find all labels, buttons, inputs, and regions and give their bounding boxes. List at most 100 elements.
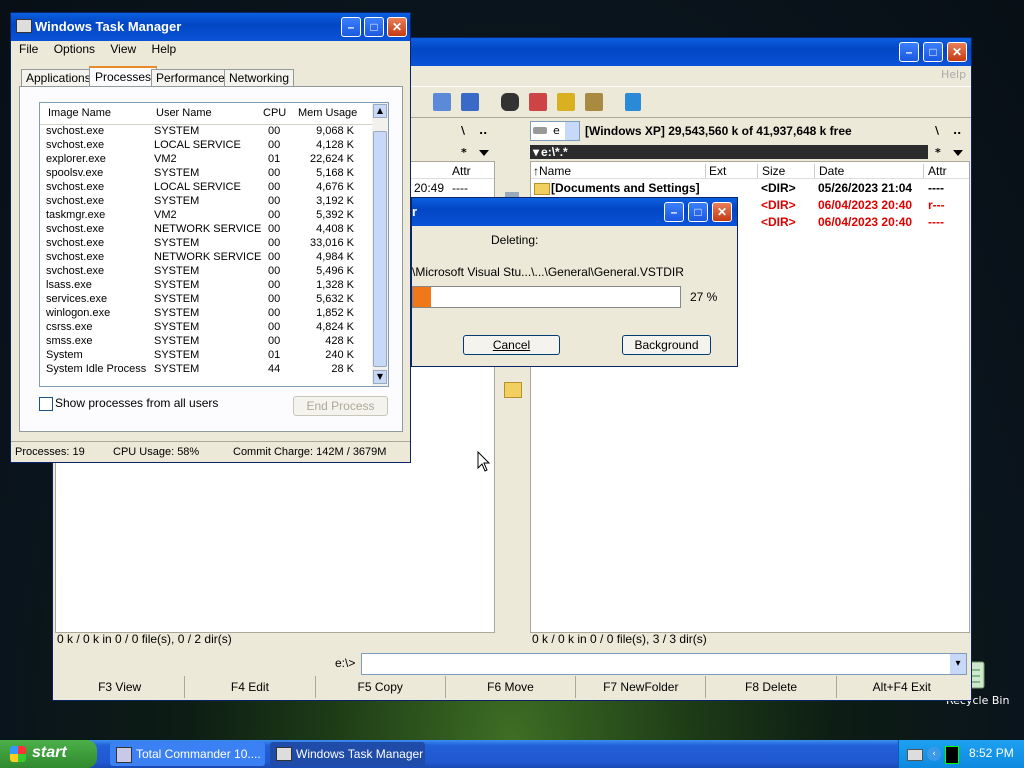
left-row-time: 20:49 xyxy=(414,181,445,195)
process-list-scrollbar[interactable]: ▲ ▼ xyxy=(372,103,388,386)
process-name: svchost.exe xyxy=(46,223,105,235)
tm-maximize-button[interactable]: □ xyxy=(364,17,384,37)
rename-icon[interactable] xyxy=(529,93,547,111)
tab-applications[interactable]: Applications xyxy=(21,69,96,87)
table-row[interactable]: explorer.exe VM2 01 22,624 K xyxy=(40,153,372,167)
table-row[interactable]: svchost.exe SYSTEM 00 3,192 K xyxy=(40,195,372,209)
process-list[interactable]: Image Name User Name CPU Mem Usage svcho… xyxy=(39,102,389,387)
fkey-button[interactable]: F3 View xyxy=(55,676,186,698)
table-row[interactable]: taskmgr.exe VM2 00 5,392 K xyxy=(40,209,372,223)
right-path-bar[interactable]: ▾ e:\*.* xyxy=(530,145,928,159)
left-up-button[interactable]: .. xyxy=(479,124,487,137)
notepad-icon[interactable] xyxy=(625,93,641,111)
process-cpu: 00 xyxy=(268,125,281,137)
tc-minimize-button[interactable]: – xyxy=(899,42,919,62)
process-user: SYSTEM xyxy=(154,321,200,333)
right-col-date[interactable]: Date xyxy=(819,164,924,178)
fkey-bar: F3 View F4 Edit F5 Copy F6 Move F7 NewFolder… xyxy=(55,676,967,698)
right-star[interactable]: * xyxy=(935,146,941,159)
table-row[interactable]: services.exe SYSTEM 00 5,632 K xyxy=(40,293,372,307)
dialog-minimize-button[interactable]: – xyxy=(664,202,684,222)
file-size: <DIR> xyxy=(761,215,796,229)
tm-menu-options[interactable]: Options xyxy=(54,42,95,56)
scroll-up-button[interactable]: ▲ xyxy=(373,104,387,118)
tm-menu-help[interactable]: Help xyxy=(152,42,177,56)
table-row[interactable]: System Idle Process SYSTEM 44 28 K xyxy=(40,363,372,377)
right-drive-combo[interactable]: e xyxy=(530,121,580,141)
process-cpu: 00 xyxy=(268,195,281,207)
table-row[interactable]: spoolsv.exe SYSTEM 00 5,168 K xyxy=(40,167,372,181)
tm-menu-file[interactable]: File xyxy=(19,42,38,56)
right-history-arrow-icon[interactable] xyxy=(953,150,963,156)
dialog-maximize-button[interactable]: □ xyxy=(688,202,708,222)
right-root-button[interactable]: \ xyxy=(935,124,939,137)
table-row[interactable]: csrss.exe SYSTEM 00 4,824 K xyxy=(40,321,372,335)
cpu-meter-icon[interactable] xyxy=(945,746,959,764)
fkey-button[interactable]: F6 Move xyxy=(446,676,577,698)
tc-close-button[interactable]: ✕ xyxy=(947,42,967,62)
col-image-name[interactable]: Image Name xyxy=(48,107,111,119)
cmd-dropdown-icon[interactable]: ▾ xyxy=(950,654,966,674)
right-up-button[interactable]: .. xyxy=(953,124,961,137)
table-row[interactable]: winlogon.exe SYSTEM 00 1,852 K xyxy=(40,307,372,321)
right-col-ext[interactable]: Ext xyxy=(709,164,758,178)
fkey-button[interactable]: Alt+F4 Exit xyxy=(837,676,967,698)
fkey-button[interactable]: F8 Delete xyxy=(706,676,837,698)
col-user-name[interactable]: User Name xyxy=(156,107,212,119)
table-row[interactable]: System SYSTEM 01 240 K xyxy=(40,349,372,363)
scroll-thumb[interactable] xyxy=(373,131,387,367)
process-mem: 22,624 K xyxy=(309,153,354,165)
tab-performance[interactable]: Performance xyxy=(151,69,230,87)
table-row[interactable]: smss.exe SYSTEM 00 428 K xyxy=(40,335,372,349)
taskbar-item-total-commander[interactable]: Total Commander 10.... xyxy=(110,742,265,766)
process-mem: 4,676 K xyxy=(316,181,354,193)
fkey-button[interactable]: F4 Edit xyxy=(185,676,316,698)
tc-menu-help[interactable]: Help xyxy=(941,68,966,81)
right-col-size[interactable]: Size xyxy=(762,164,815,178)
keyboard-icon[interactable] xyxy=(907,749,923,761)
binoculars-icon[interactable] xyxy=(501,93,519,111)
col-mem-usage[interactable]: Mem Usage xyxy=(298,107,357,119)
table-row[interactable]: svchost.exe LOCAL SERVICE 00 4,676 K xyxy=(40,181,372,195)
tab-networking[interactable]: Networking xyxy=(224,69,295,87)
table-row[interactable]: svchost.exe NETWORK SERVICE 00 4,408 K xyxy=(40,223,372,237)
table-row[interactable]: svchost.exe LOCAL SERVICE 00 4,128 K xyxy=(40,139,372,153)
cancel-button[interactable]: Cancel xyxy=(463,335,560,355)
file-date: 05/26/2023 21:04 xyxy=(818,181,913,195)
table-row[interactable]: lsass.exe SYSTEM 00 1,328 K xyxy=(40,279,372,293)
table-row[interactable]: svchost.exe SYSTEM 00 9,068 K xyxy=(40,125,372,139)
table-row[interactable]: svchost.exe SYSTEM 00 33,016 K xyxy=(40,237,372,251)
process-user: SYSTEM xyxy=(154,279,200,291)
pack-icon[interactable] xyxy=(585,93,603,111)
table-row[interactable]: svchost.exe NETWORK SERVICE 00 4,984 K xyxy=(40,251,372,265)
background-button[interactable]: Background xyxy=(622,335,711,355)
fkey-button[interactable]: F7 NewFolder xyxy=(576,676,707,698)
right-col-name[interactable]: ↑Name xyxy=(533,164,706,178)
table-row[interactable]: svchost.exe SYSTEM 00 5,496 K xyxy=(40,265,372,279)
tm-close-button[interactable]: ✕ xyxy=(387,17,407,37)
col-cpu[interactable]: CPU xyxy=(263,107,286,119)
left-history-arrow-icon[interactable] xyxy=(479,150,489,156)
cmd-input[interactable]: ▾ xyxy=(361,653,967,675)
new-folder-side-icon[interactable] xyxy=(504,382,522,398)
tm-minimize-button[interactable]: – xyxy=(341,17,361,37)
left-root-button[interactable]: \ xyxy=(461,124,465,137)
taskbar-item-task-manager[interactable]: Windows Task Manager xyxy=(270,742,425,766)
dialog-close-button[interactable]: ✕ xyxy=(712,202,732,222)
process-user: SYSTEM xyxy=(154,167,200,179)
tray-expand-icon[interactable]: ‹ xyxy=(927,747,941,761)
scroll-down-button[interactable]: ▼ xyxy=(373,370,387,384)
tm-menu-view[interactable]: View xyxy=(110,42,136,56)
url-connect-icon[interactable] xyxy=(461,93,479,111)
end-process-button[interactable]: End Process xyxy=(293,396,388,416)
tc-maximize-button[interactable]: □ xyxy=(923,42,943,62)
sync-dirs-icon[interactable] xyxy=(557,93,575,111)
left-star[interactable]: * xyxy=(461,146,467,159)
tab-processes[interactable]: Processes xyxy=(89,66,158,88)
right-col-attr[interactable]: Attr xyxy=(928,164,947,178)
list-item[interactable]: [Documents and Settings] <DIR> 05/26/2023 … xyxy=(531,180,969,197)
show-all-processes-checkbox[interactable] xyxy=(39,397,53,411)
fkey-button[interactable]: F5 Copy xyxy=(316,676,446,698)
start-button[interactable]: start xyxy=(0,740,97,768)
ftp-connect-icon[interactable] xyxy=(433,93,451,111)
